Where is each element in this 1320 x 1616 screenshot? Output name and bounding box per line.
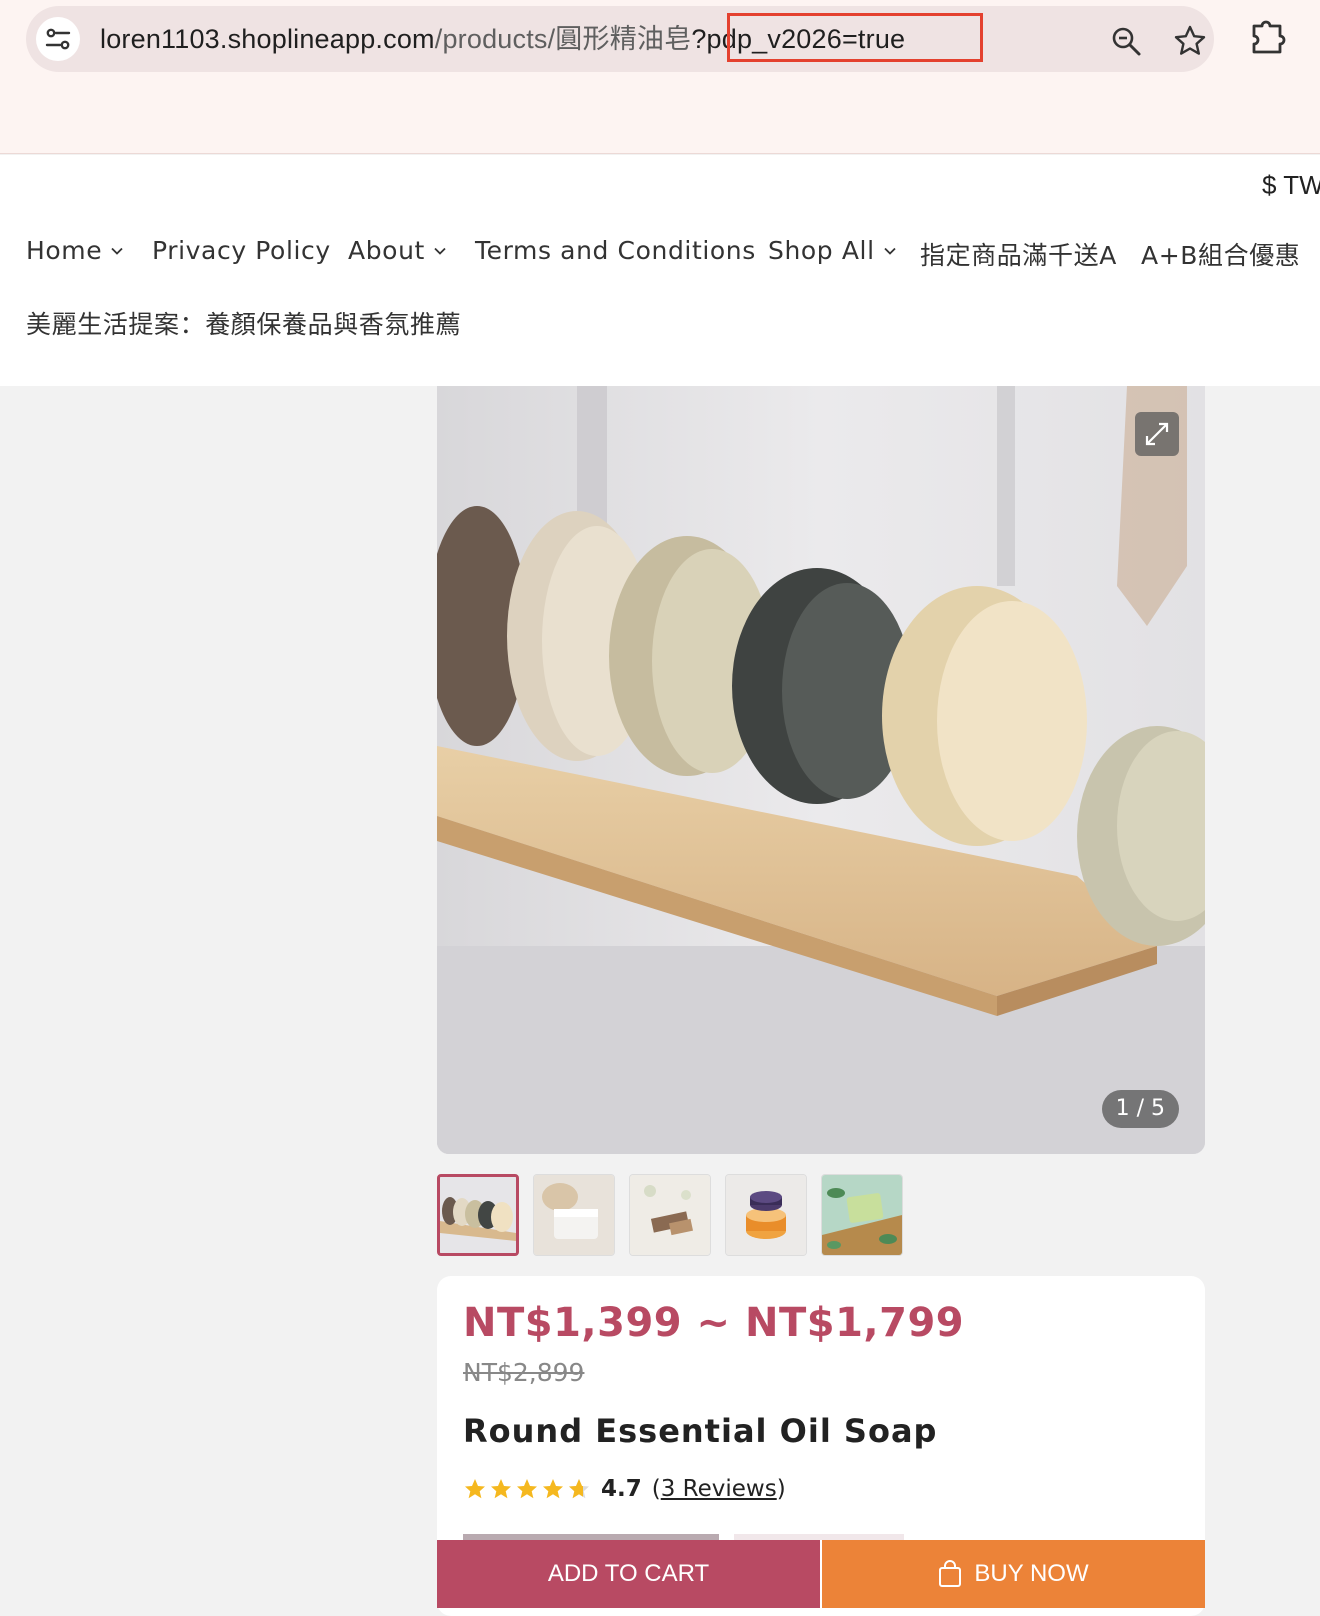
url-query-highlight [727,13,983,62]
original-price: NT$2,899 [463,1358,585,1387]
product-title: Round Essential Oil Soap [463,1412,938,1450]
nav-label: A+B組合優惠 [1141,241,1301,270]
rating-summary: 4.7 (3 Reviews) [463,1476,786,1502]
soap-photo [437,386,1205,1154]
nav-item-terms[interactable]: Terms and Conditions [475,236,756,265]
zoom-icon[interactable] [1108,23,1144,59]
url-host: loren1103.shoplineapp.com [100,24,435,54]
expand-icon[interactable] [1135,412,1179,456]
thumbnail-3[interactable] [629,1174,711,1256]
nav-item-combo[interactable]: A+B組合優惠 [1141,236,1300,272]
buy-now-button[interactable]: BUY NOW [822,1540,1205,1608]
rating-score: 4.7 [601,1476,642,1502]
address-bar[interactable]: loren1103.shoplineapp.com/products/圓形精油皂… [26,6,1214,72]
chevron-down-icon [111,247,123,255]
shopping-bag-icon [939,1560,962,1587]
nav-label: About [348,236,425,265]
nav-label: Shop All [768,236,875,265]
site-info-icon[interactable] [36,17,80,61]
nav-label: 指定商品滿千送A [920,241,1117,270]
nav-item-privacy-policy[interactable]: Privacy Policy [152,236,331,265]
star-full-icon [491,1479,511,1499]
browser-toolbar: loren1103.shoplineapp.com/products/圓形精油皂… [0,0,1320,154]
main-nav: Home Privacy Policy About Terms and Cond… [26,236,1320,272]
buy-now-label: BUY NOW [974,1560,1089,1587]
thumbnail-5[interactable] [821,1174,903,1256]
nav-item-home[interactable]: Home [26,236,124,265]
star-full-icon [465,1479,485,1499]
nav-item-shop-all[interactable]: Shop All [768,236,897,265]
image-counter: 1 / 5 [1101,1090,1179,1128]
thumbnail-strip [437,1174,903,1256]
add-to-cart-button[interactable]: ADD TO CART [437,1540,820,1608]
nav-label: Privacy Policy [152,236,331,265]
star-partial-icon [569,1479,589,1499]
chevron-down-icon [434,247,446,255]
nav-label: Home [26,236,103,265]
chevron-down-icon [883,247,896,255]
rating-stars [463,1477,591,1501]
nav-label: Terms and Conditions [475,236,756,265]
url-path: /products/圓形精油皂 [434,24,692,54]
reviews-link[interactable]: 3 Reviews [661,1476,777,1502]
nav-item-beauty-life[interactable]: 美麗生活提案：養顏保養品與香氛推薦 [26,305,461,341]
star-icon[interactable] [1172,23,1208,59]
nav-item-promo-a[interactable]: 指定商品滿千送A [920,236,1117,272]
price-range: NT$1,399 ~ NT$1,799 [463,1300,965,1346]
product-main-image[interactable]: 1 / 5 [437,386,1205,1154]
star-full-icon [517,1479,537,1499]
nav-item-about[interactable]: About [348,236,447,265]
extensions-icon[interactable] [1248,16,1288,56]
add-to-cart-label: ADD TO CART [547,1560,710,1587]
reviews-link-wrapper: (3 Reviews) [651,1476,786,1502]
thumbnail-1[interactable] [437,1174,519,1256]
currency-selector[interactable]: $ TW [1262,170,1320,201]
thumbnail-2[interactable] [533,1174,615,1256]
star-full-icon [543,1479,563,1499]
thumbnail-4[interactable] [725,1174,807,1256]
